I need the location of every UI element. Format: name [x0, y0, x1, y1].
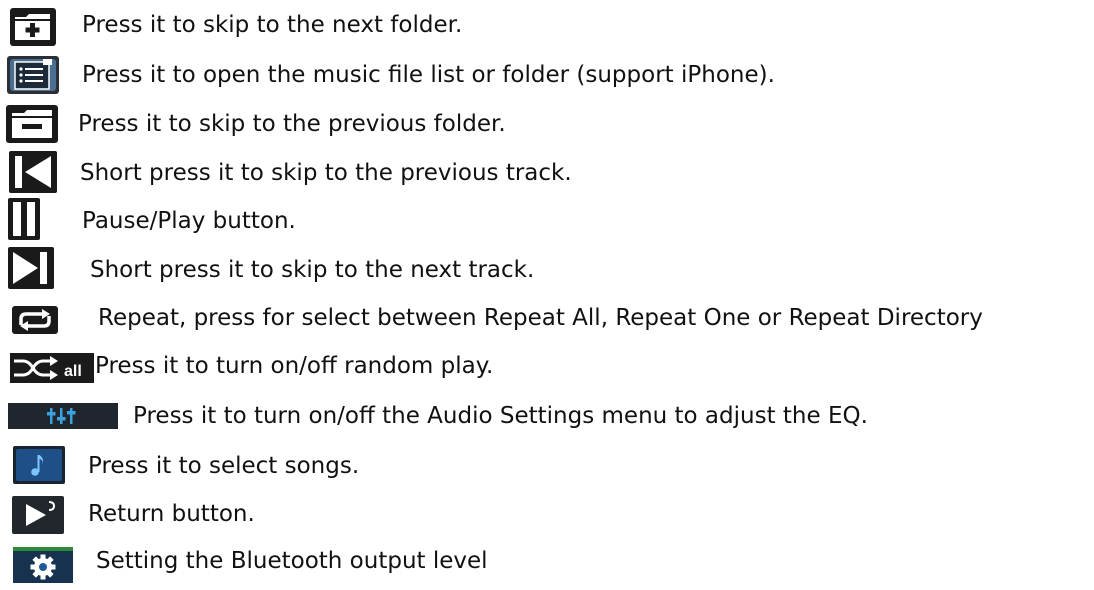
description-text: Short press it to skip to the previous t… — [80, 160, 572, 186]
next-track-icon — [8, 247, 54, 289]
list-item: Press it to skip to the next folder. — [0, 6, 1094, 46]
description-text: Return button. — [88, 501, 255, 527]
description-text: Press it to turn on/off random play. — [95, 353, 494, 379]
previous-folder-icon — [6, 105, 58, 143]
description-text: Press it to skip to the next folder. — [82, 12, 463, 38]
list-item: Press it to open the music file list or … — [0, 54, 1094, 94]
repeat-icon — [12, 306, 58, 334]
description-text: Repeat, press for select between Repeat … — [98, 305, 983, 331]
settings-gear-icon — [13, 547, 73, 583]
return-icon — [12, 496, 64, 534]
pause-play-icon — [8, 198, 40, 240]
description-text: Press it to open the music file list or … — [82, 62, 775, 88]
description-text: Pause/Play button. — [82, 208, 296, 234]
equalizer-icon — [8, 403, 118, 429]
shuffle-all-label: all — [64, 363, 82, 380]
description-text: Short press it to skip to the next track… — [90, 257, 535, 283]
music-note-icon — [13, 446, 65, 484]
list-item: Press it to skip to the previous folder. — [0, 103, 1094, 143]
previous-track-icon — [9, 151, 57, 193]
description-text: Press it to skip to the previous folder. — [78, 111, 506, 137]
list-item: Press it to select songs. — [0, 443, 1094, 484]
list-item: all Press it to turn on/off random play. — [0, 346, 1094, 386]
list-item: Return button. — [0, 495, 1094, 535]
list-item: Short press it to skip to the previous t… — [0, 151, 1094, 193]
next-folder-icon — [10, 8, 56, 46]
shuffle-all-icon: all — [10, 353, 94, 383]
list-item: Short press it to skip to the next track… — [0, 247, 1094, 289]
description-text: Setting the Bluetooth output level — [96, 548, 488, 574]
list-item: Setting the Bluetooth output level — [0, 546, 1094, 586]
description-text: Press it to select songs. — [88, 453, 360, 479]
list-item: Press it to turn on/off the Audio Settin… — [0, 396, 1094, 436]
description-text: Press it to turn on/off the Audio Settin… — [133, 403, 868, 429]
file-list-icon — [7, 56, 59, 94]
list-item: Pause/Play button. — [0, 198, 1094, 240]
list-item: Repeat, press for select between Repeat … — [0, 298, 1094, 338]
